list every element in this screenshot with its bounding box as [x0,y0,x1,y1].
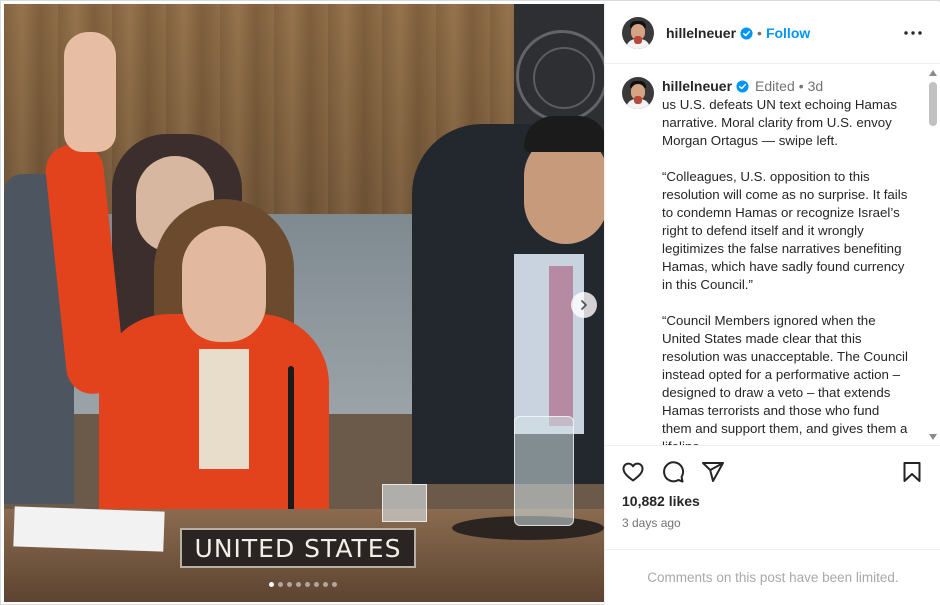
chevron-right-icon [581,300,587,310]
scroll-down-arrow[interactable] [929,434,937,440]
edited-label: Edited [755,78,795,94]
carousel-dot [332,582,337,587]
more-options-button[interactable] [903,24,923,42]
carousel-dots [269,582,337,587]
water-jug [514,416,574,526]
share-button[interactable] [701,460,727,486]
carousel-dot [287,582,292,587]
verified-badge-icon [736,79,749,93]
carousel-dot [278,582,283,587]
carousel-next-button[interactable] [571,292,597,318]
carousel-dot [296,582,301,587]
caption-paragraph: “Colleagues, U.S. opposition to this res… [662,169,908,292]
save-button[interactable] [900,460,926,486]
likes-count[interactable]: 10,882 likes [622,493,700,509]
caption-paragraph: “Council Members ignored when the United… [662,313,908,445]
post-modal: UNITED STATES hillelneuer • Follow hille… [0,0,940,605]
caption-username[interactable]: hillelneuer [662,78,732,94]
follow-button[interactable]: Follow [766,25,810,41]
more-options-icon [904,31,922,35]
verified-badge-icon [740,26,753,40]
raised-hand [64,32,116,152]
caption-section: hillelneuer Edited • 3d us U.S. defeats … [605,65,940,445]
un-emblem [516,30,604,122]
carousel-dot [305,582,310,587]
carousel-dot [323,582,328,587]
comments-limited-notice: Comments on this post have been limited. [605,549,940,605]
caption-text: us U.S. defeats UN text echoing Hamas na… [662,96,910,445]
comment-button[interactable] [661,460,687,486]
caption-avatar[interactable] [622,77,654,109]
post-photo[interactable]: UNITED STATES [4,4,604,602]
scroll-thumb[interactable] [929,82,937,126]
post-panel: hillelneuer • Follow hillelneuer Edited … [604,2,940,605]
post-header: hillelneuer • Follow [605,2,940,64]
bookmark-icon [903,462,921,482]
caption-paragraph: us U.S. defeats UN text echoing Hamas na… [662,97,898,148]
username-link[interactable]: hillelneuer [666,25,736,41]
nameplate: UNITED STATES [180,528,416,568]
scroll-up-arrow[interactable] [929,70,937,76]
carousel-dot [314,582,319,587]
share-icon [702,462,724,482]
comment-icon [663,461,685,483]
carousel-dot [269,582,274,587]
water-glass [382,484,427,522]
action-bar: 10,882 likes 3 days ago [605,445,940,549]
post-time: 3d [807,78,824,94]
like-button[interactable] [621,460,647,486]
posted-date[interactable]: 3 days ago [622,516,681,530]
microphone [288,366,294,526]
avatar[interactable] [622,17,654,49]
caption-scrollbar[interactable] [927,70,939,445]
heart-icon [622,462,644,482]
